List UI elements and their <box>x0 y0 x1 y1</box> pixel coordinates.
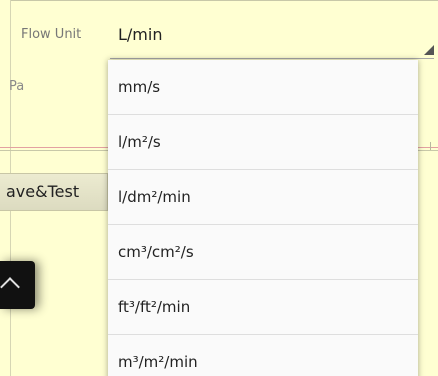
spinner-dropdown-indicator-icon[interactable] <box>424 45 434 55</box>
dropdown-option-ft3-ft2-min[interactable]: ft³/ft²/min <box>108 280 418 335</box>
flow-unit-label: Flow Unit <box>21 27 82 42</box>
panel-top-border <box>10 0 438 1</box>
save-and-test-button[interactable]: ave&Test <box>0 173 108 211</box>
dropdown-option-l-m2-s[interactable]: l/m²/s <box>108 115 418 170</box>
spinner-underline <box>110 58 434 59</box>
flow-unit-spinner[interactable]: L/min <box>118 25 162 44</box>
dropdown-option-mm-s[interactable]: mm/s <box>108 60 418 115</box>
flow-unit-dropdown: mm/s l/m²/s l/dm²/min cm³/cm²/s ft³/ft²/… <box>108 60 418 376</box>
dropdown-option-cm3-cm2-s[interactable]: cm³/cm²/s <box>108 225 418 280</box>
screen: Flow Unit Pa L/min ave&Test mm/s l/m²/s … <box>0 0 438 376</box>
dropdown-option-l-dm2-min[interactable]: l/dm²/min <box>108 170 418 225</box>
pa-label: Pa <box>9 79 25 94</box>
separator-tick <box>430 142 431 150</box>
dropdown-option-m3-m2-min[interactable]: m³/m²/min <box>108 335 418 376</box>
